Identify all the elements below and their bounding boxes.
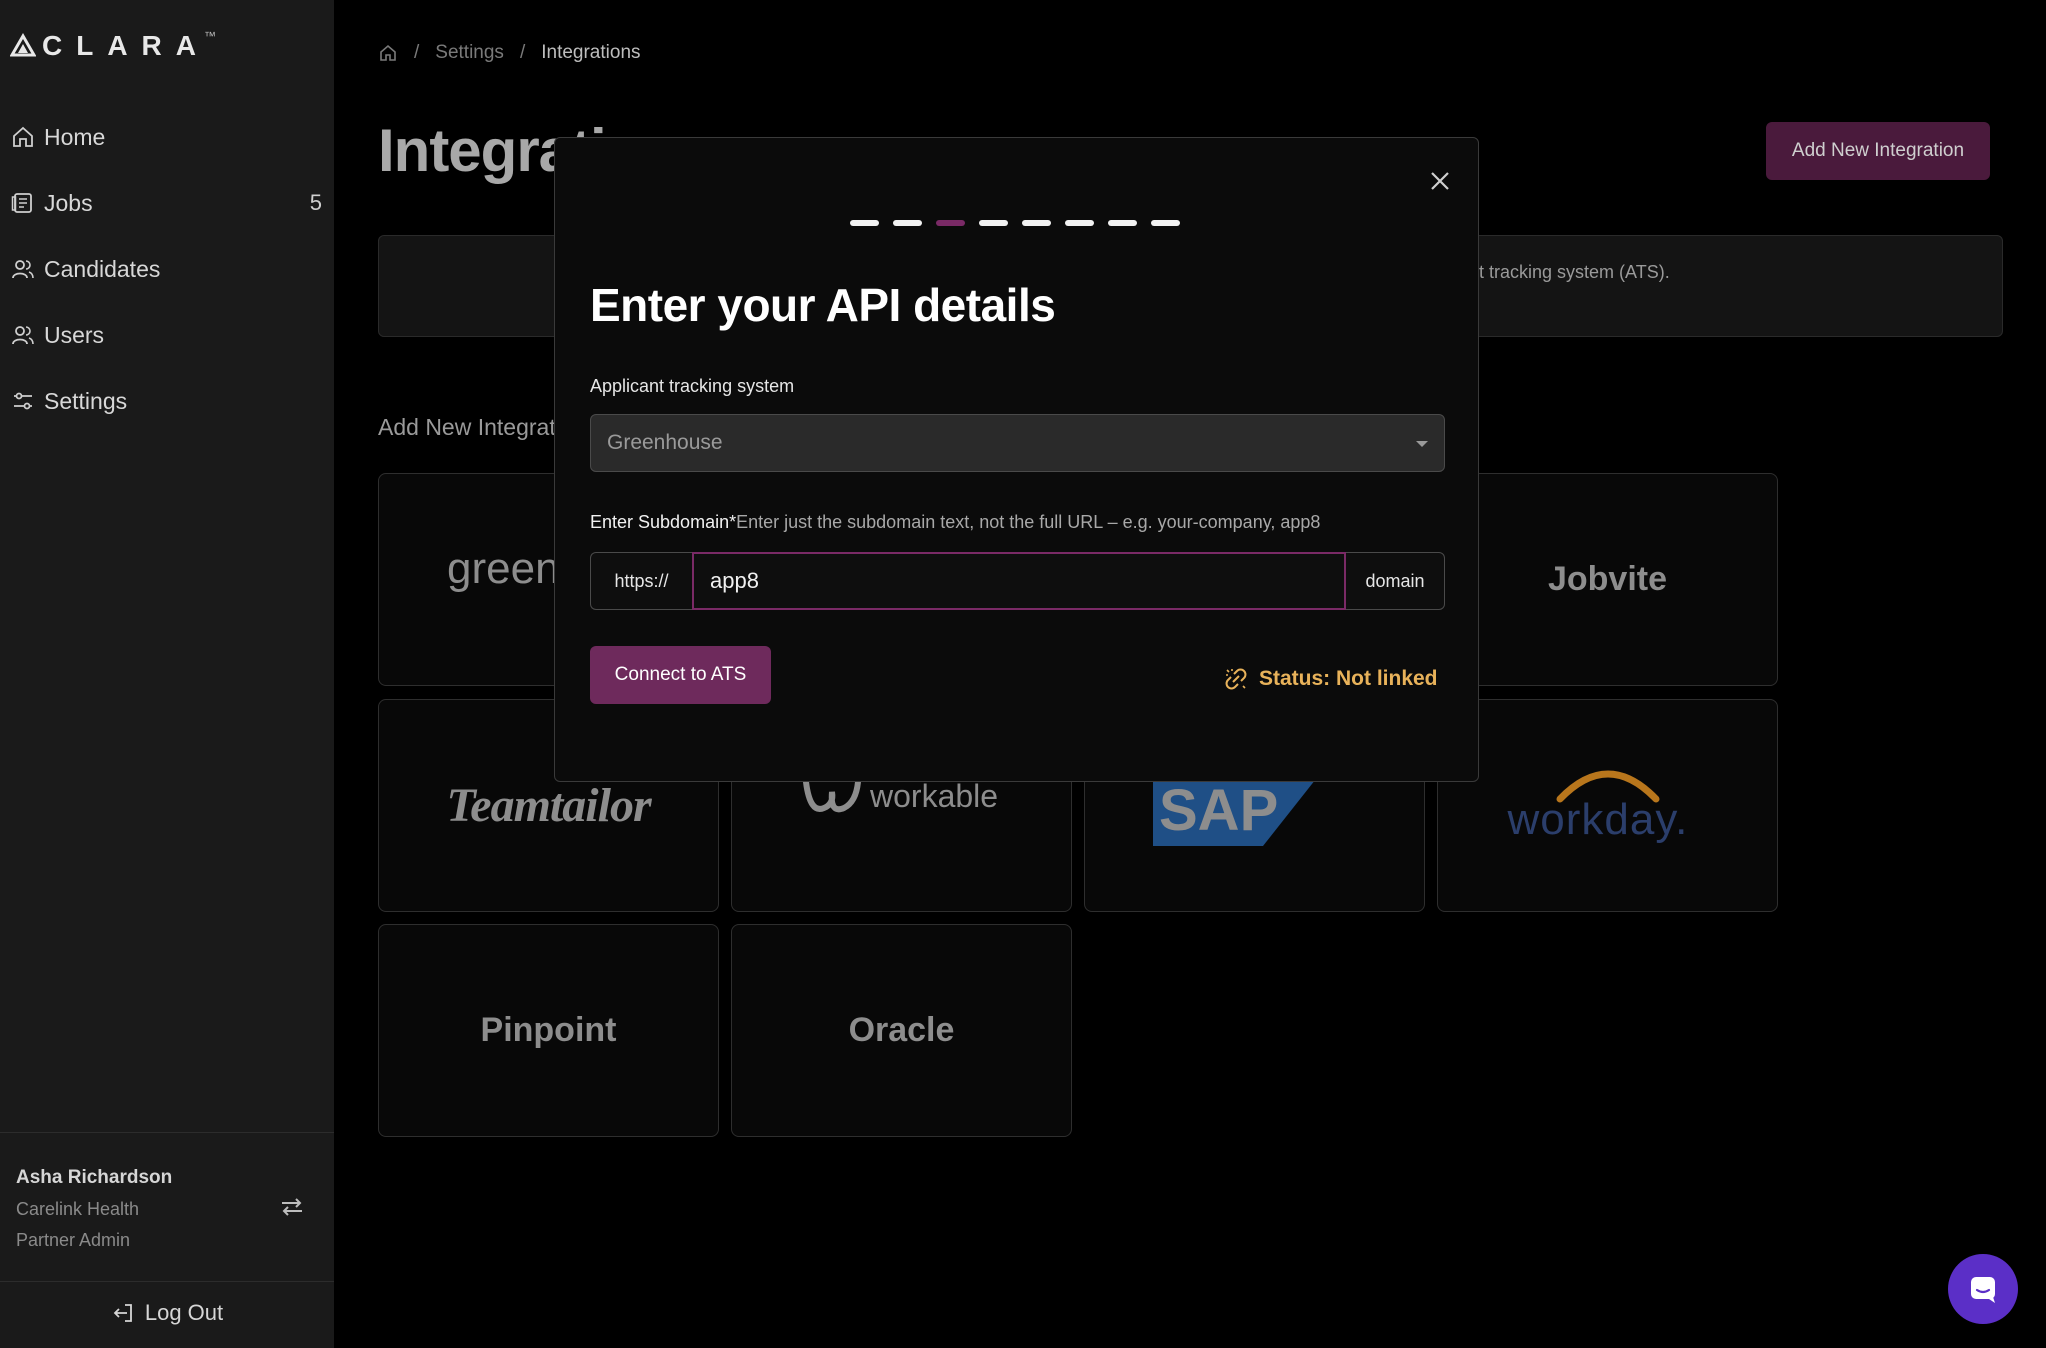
sidebar-nav: Home Jobs 5 Candidates Users Settings bbox=[10, 104, 322, 434]
breadcrumb-settings[interactable]: Settings bbox=[435, 42, 504, 64]
workable-logo: workable bbox=[870, 777, 999, 814]
logout-label: Log Out bbox=[144, 1300, 224, 1325]
step-indicator[interactable] bbox=[850, 220, 879, 226]
candidates-icon bbox=[10, 256, 36, 282]
sidebar-item-label: Users bbox=[44, 321, 105, 348]
svg-text:SAP: SAP bbox=[1159, 778, 1278, 843]
sidebar-item-label: Candidates bbox=[44, 255, 161, 282]
subdomain-label: Enter Subdomain*Enter just the subdomain… bbox=[590, 512, 1320, 533]
logo-trademark: ™ bbox=[204, 29, 216, 43]
connection-status: Status: Not linked bbox=[1223, 666, 1438, 692]
url-prefix: https:// bbox=[590, 552, 692, 610]
breadcrumb: / Settings / Integrations bbox=[378, 42, 641, 64]
user-profile: Asha Richardson Carelink Health Partner … bbox=[0, 1132, 334, 1282]
ats-select-value: Greenhouse bbox=[607, 431, 723, 454]
close-icon[interactable] bbox=[1425, 166, 1455, 196]
jobvite-logo: Jobvite bbox=[1547, 560, 1668, 598]
users-icon bbox=[10, 322, 36, 348]
ats-select[interactable]: Greenhouse bbox=[590, 414, 1445, 472]
subdomain-hint: Enter just the subdomain text, not the f… bbox=[736, 512, 1321, 532]
step-indicator[interactable] bbox=[979, 220, 1008, 226]
unlinked-icon bbox=[1225, 668, 1247, 690]
sidebar-item-home[interactable]: Home bbox=[10, 104, 322, 170]
pinpoint-logo: Pinpoint bbox=[480, 1011, 617, 1049]
jobs-icon bbox=[10, 190, 36, 216]
sidebar-item-label: Settings bbox=[44, 387, 128, 414]
modal-title: Enter your API details bbox=[590, 279, 1056, 331]
jobs-count-badge: 5 bbox=[309, 190, 322, 215]
step-indicator[interactable] bbox=[1151, 220, 1180, 226]
sidebar-item-candidates[interactable]: Candidates bbox=[10, 236, 322, 302]
breadcrumb-home-icon[interactable] bbox=[378, 43, 398, 63]
subdomain-input[interactable] bbox=[692, 552, 1346, 610]
user-role: Partner Admin bbox=[16, 1230, 131, 1250]
subdomain-url-group: https:// domain bbox=[590, 552, 1445, 610]
step-indicator[interactable] bbox=[1022, 220, 1051, 226]
sidebar-item-users[interactable]: Users bbox=[10, 302, 322, 368]
integration-card-jobvite[interactable]: Jobvite bbox=[1437, 473, 1778, 686]
add-new-integration-button[interactable]: Add New Integration bbox=[1766, 122, 1990, 180]
breadcrumb-separator: / bbox=[414, 42, 420, 63]
chevron-down-icon bbox=[1416, 441, 1428, 447]
url-suffix: domain bbox=[1346, 552, 1445, 610]
sidebar-item-settings[interactable]: Settings bbox=[10, 368, 322, 434]
home-icon bbox=[10, 124, 36, 150]
connect-to-ats-button[interactable]: Connect to ATS bbox=[590, 646, 771, 704]
api-details-modal: Enter your API details Applicant trackin… bbox=[554, 137, 1479, 782]
step-indicator[interactable] bbox=[1065, 220, 1094, 226]
user-name: Asha Richardson bbox=[16, 1167, 173, 1188]
switch-account-icon[interactable] bbox=[278, 1193, 306, 1221]
progress-steps bbox=[850, 220, 1180, 226]
logo-mark-icon bbox=[10, 33, 36, 57]
workday-logo: workday. bbox=[1507, 794, 1689, 844]
logo-text: CLARA bbox=[42, 30, 210, 61]
info-banner-text: nt tracking system (ATS). bbox=[1469, 262, 1670, 282]
teamtailor-logo: Teamtailor bbox=[446, 779, 651, 832]
integration-card-pinpoint[interactable]: Pinpoint bbox=[378, 924, 719, 1137]
oracle-logo: Oracle bbox=[848, 1011, 955, 1049]
step-indicator-active[interactable] bbox=[936, 220, 965, 226]
sidebar-item-jobs[interactable]: Jobs 5 bbox=[10, 170, 322, 236]
breadcrumb-separator: / bbox=[519, 42, 526, 63]
subdomain-label-text: Enter Subdomain* bbox=[590, 512, 737, 532]
sidebar: CLARA ™ Home Jobs 5 Candidates Users Set… bbox=[0, 0, 334, 1348]
logo[interactable]: CLARA ™ bbox=[10, 29, 228, 62]
status-text: Status: Not linked bbox=[1259, 667, 1438, 690]
ats-label: Applicant tracking system bbox=[590, 376, 795, 396]
step-indicator[interactable] bbox=[1108, 220, 1137, 226]
logout-icon bbox=[113, 1304, 132, 1322]
sidebar-item-label: Jobs bbox=[44, 189, 93, 216]
sidebar-item-label: Home bbox=[44, 123, 106, 150]
chat-launcher-button[interactable] bbox=[1948, 1254, 2018, 1324]
integration-card-workday[interactable]: workday. bbox=[1437, 699, 1778, 912]
user-organization: Carelink Health bbox=[16, 1199, 140, 1219]
chat-icon bbox=[1971, 1277, 1995, 1303]
settings-icon bbox=[10, 388, 36, 414]
integration-card-oracle[interactable]: Oracle bbox=[731, 924, 1072, 1137]
step-indicator[interactable] bbox=[893, 220, 922, 226]
breadcrumb-integrations: Integrations bbox=[541, 42, 641, 63]
logout-button[interactable]: Log Out bbox=[0, 1300, 334, 1326]
